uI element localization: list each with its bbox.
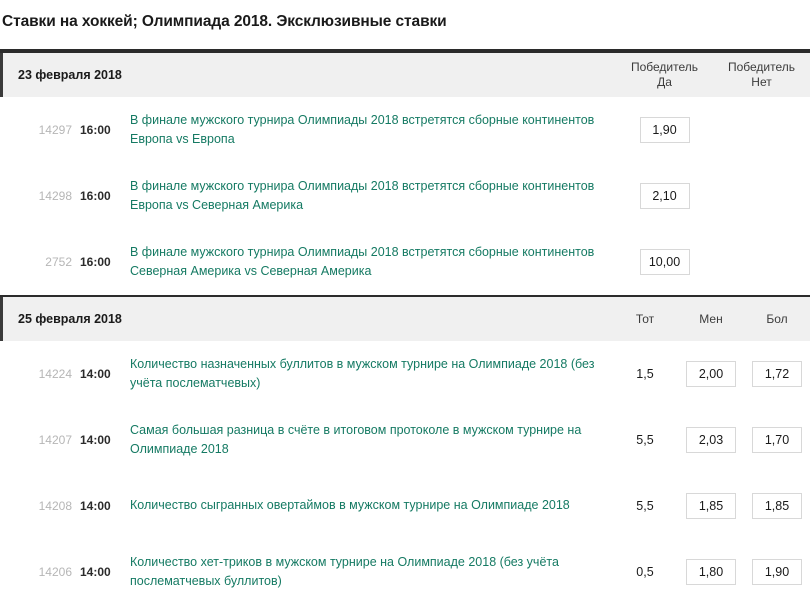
event-row: 14207 14:00 Самая большая разница в счёте … (0, 406, 810, 473)
odds-group: 0,5 1,80 1,90 (612, 558, 810, 585)
event-id: 14298 (38, 188, 72, 203)
total-line-value: 0,5 (636, 564, 654, 579)
odds-button[interactable]: 1,85 (686, 492, 736, 519)
event-row: 14298 16:00 В финале мужского турнира Олим… (0, 162, 810, 229)
section-date-label: 23 февраля 2018 (18, 67, 122, 82)
event-rows: 14224 14:00 Количество назначенных буллито… (0, 340, 810, 605)
page-title: Ставки на хоккей; Олимпиада 2018. Эксклю… (2, 13, 447, 31)
odds-button[interactable]: 1,80 (686, 558, 736, 585)
event-time: 14:00 (80, 498, 111, 513)
odds-group: 10,00 (616, 248, 810, 275)
event-id: 14297 (38, 122, 72, 137)
event-id: 14224 (38, 366, 72, 381)
event-time: 16:00 (80, 122, 111, 137)
event-title-link[interactable]: В финале мужского турнира Олимпиады 2018… (120, 177, 616, 215)
event-row: 14297 16:00 В финале мужского турнира Олим… (0, 96, 810, 163)
odds-group: 1,5 2,00 1,72 (612, 360, 810, 387)
odds-group: 5,5 1,85 1,85 (612, 492, 810, 519)
event-row: 14206 14:00 Количество хет-триков в мужско… (0, 538, 810, 605)
odds-button[interactable]: 1,70 (752, 426, 802, 453)
odds-group: 1,90 (616, 116, 810, 143)
event-id: 14206 (38, 564, 72, 579)
column-header-line2: Да (657, 75, 672, 90)
event-row: 14208 14:00 Количество сыгранных овертаймо… (0, 472, 810, 539)
column-header: Мен (678, 311, 744, 327)
section-header: 25 февраля 2018 Тот Мен Бол (0, 294, 810, 341)
total-line-value: 1,5 (636, 366, 654, 381)
event-time: 14:00 (80, 564, 111, 579)
event-time: 16:00 (80, 188, 111, 203)
event-id: 14208 (38, 498, 72, 513)
section-header: 23 февраля 2018 Победитель Да Победитель Нет (0, 50, 810, 97)
odds-cell: 2,03 (678, 426, 744, 453)
event-id: 2752 (45, 254, 72, 269)
section-accent-bar (0, 52, 3, 97)
odds-button[interactable]: 2,10 (639, 182, 690, 209)
event-id: 14207 (38, 432, 72, 447)
sections-container: 23 февраля 2018 Победитель Да Победитель Нет… (0, 50, 810, 605)
odds-cell: 2,00 (678, 360, 744, 387)
event-row: 2752 16:00 В финале мужского турнира Олимп… (0, 228, 810, 295)
odds-button[interactable]: 2,03 (686, 426, 736, 453)
event-title-link[interactable]: Количество хет-триков в мужском турнире … (120, 553, 612, 591)
odds-group: 5,5 2,03 1,70 (612, 426, 810, 453)
odds-cell: 1,90 (616, 116, 713, 143)
odds-button[interactable]: 1,85 (752, 492, 802, 519)
event-title-link[interactable]: Количество назначенных буллитов в мужско… (120, 355, 612, 393)
column-header: Победитель Да (616, 59, 713, 90)
odds-cell: 10,00 (616, 248, 713, 275)
column-header-line1: Победитель (727, 60, 796, 75)
odds-cell: 5,5 (612, 433, 678, 447)
column-header-line1: Мен (699, 311, 723, 326)
odds-button[interactable]: 10,00 (639, 248, 690, 275)
column-header: Бол (744, 311, 810, 327)
total-line-value: 5,5 (636, 498, 654, 513)
column-header: Тот (612, 311, 678, 327)
event-time: 16:00 (80, 254, 111, 269)
odds-cell: 1,85 (678, 492, 744, 519)
event-rows: 14297 16:00 В финале мужского турнира Олим… (0, 96, 810, 295)
column-headers: Победитель Да Победитель Нет (616, 59, 810, 90)
section-date-label: 25 февраля 2018 (18, 311, 122, 326)
event-time: 14:00 (80, 432, 111, 447)
date-section: 23 февраля 2018 Победитель Да Победитель Нет… (0, 50, 810, 295)
event-row: 14224 14:00 Количество назначенных буллито… (0, 340, 810, 407)
event-time: 14:00 (80, 366, 111, 381)
event-title-link[interactable]: Самая большая разница в счёте в итоговом… (120, 421, 612, 459)
odds-cell: 1,5 (612, 367, 678, 381)
date-section: 25 февраля 2018 Тот Мен Бол 14224 14:00 Количе… (0, 294, 810, 605)
odds-cell: 1,90 (744, 558, 810, 585)
column-header: Победитель Нет (713, 59, 810, 90)
event-title-link[interactable]: В финале мужского турнира Олимпиады 2018… (120, 111, 616, 149)
odds-cell: 5,5 (612, 499, 678, 513)
section-accent-bar (0, 296, 3, 341)
column-headers: Тот Мен Бол (612, 311, 810, 327)
odds-button[interactable]: 2,00 (686, 360, 736, 387)
odds-cell: 1,80 (678, 558, 744, 585)
odds-cell: 2,10 (616, 182, 713, 209)
odds-cell: 1,72 (744, 360, 810, 387)
odds-button[interactable]: 1,90 (639, 116, 690, 143)
column-header-line2: Нет (751, 75, 772, 90)
betting-offers-page: Ставки на хоккей; Олимпиада 2018. Эксклю… (0, 10, 810, 605)
odds-cell: 1,85 (744, 492, 810, 519)
event-title-link[interactable]: Количество сыгранных овертаймов в мужско… (120, 496, 612, 515)
total-line-value: 5,5 (636, 432, 654, 447)
column-header-line1: Бол (766, 311, 788, 326)
column-header-line1: Тот (635, 311, 655, 326)
odds-button[interactable]: 1,72 (752, 360, 802, 387)
odds-cell: 0,5 (612, 565, 678, 579)
event-title-link[interactable]: В финале мужского турнира Олимпиады 2018… (120, 243, 616, 281)
odds-button[interactable]: 1,90 (752, 558, 802, 585)
column-header-line1: Победитель (630, 60, 699, 75)
odds-group: 2,10 (616, 182, 810, 209)
odds-cell: 1,70 (744, 426, 810, 453)
